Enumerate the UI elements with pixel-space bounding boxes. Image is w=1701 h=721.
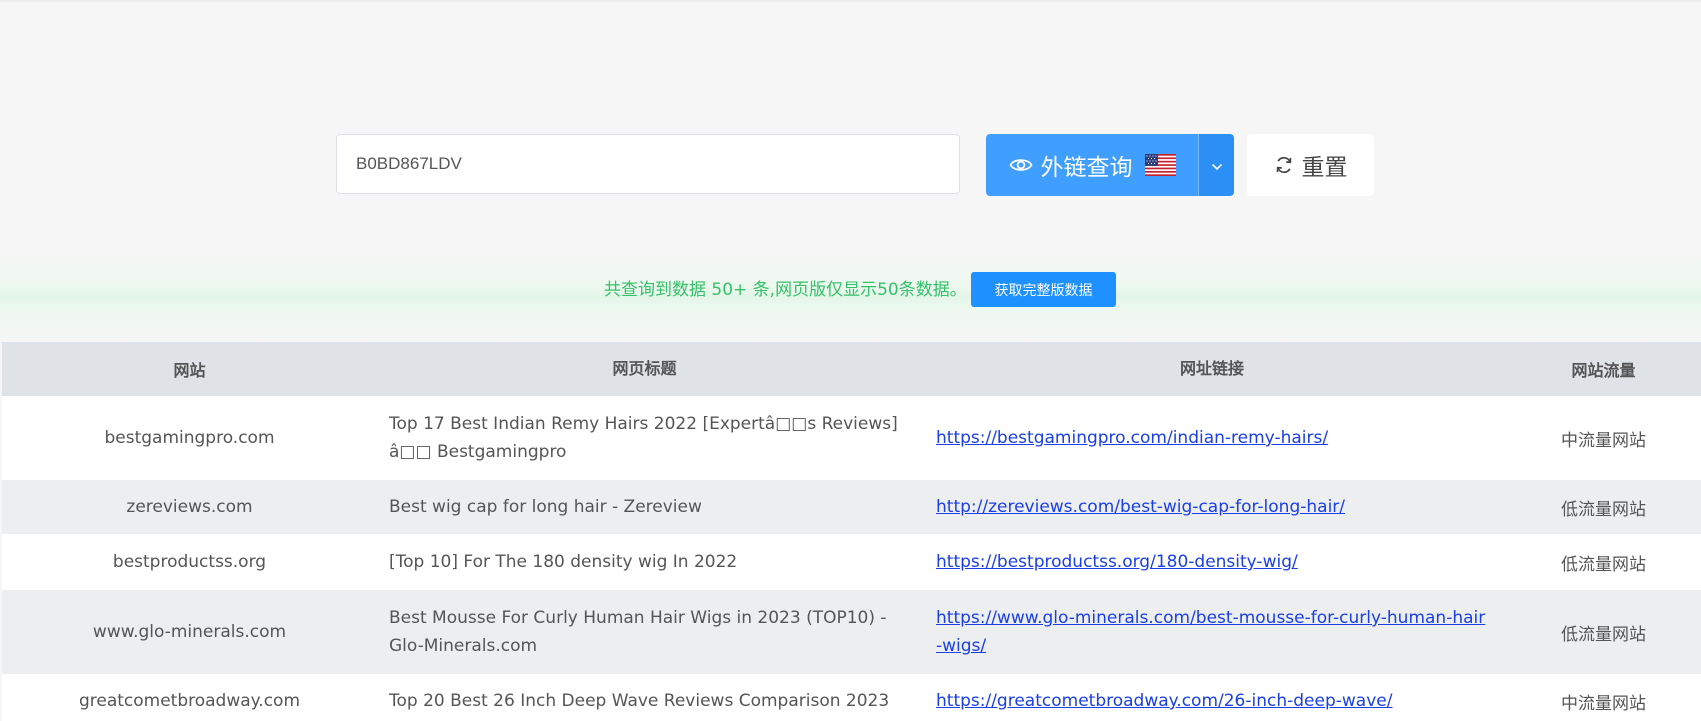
eye-icon bbox=[1008, 156, 1033, 174]
cell-site: zereviews.com bbox=[126, 497, 253, 517]
cell-url-link[interactable]: https://greatcometbroadway.com/26-inch-d… bbox=[936, 691, 1392, 711]
top-strip bbox=[0, 0, 1701, 3]
header-site: 网站 bbox=[173, 361, 206, 380]
cell-site: bestgamingpro.com bbox=[104, 428, 275, 448]
cell-site: www.glo-minerals.com bbox=[92, 622, 287, 642]
table-row: bestproductss.org [Top 10] For The 180 d… bbox=[2, 534, 1701, 590]
marketplace-dropdown-button[interactable] bbox=[1198, 134, 1234, 196]
reset-button[interactable]: 重置 bbox=[1247, 134, 1374, 196]
header-page-title: 网页标题 bbox=[612, 359, 677, 378]
cell-url-link[interactable]: https://bestproductss.org/180-density-wi… bbox=[936, 552, 1298, 572]
get-full-data-button[interactable]: 获取完整版数据 bbox=[971, 272, 1116, 307]
cell-url-link[interactable]: https://bestgamingpro.com/indian-remy-ha… bbox=[936, 428, 1328, 448]
cell-traffic: 低流量网站 bbox=[1561, 554, 1646, 575]
cell-traffic: 中流量网站 bbox=[1561, 693, 1646, 714]
result-count-notice: 共查询到数据 50+ 条,网页版仅显示50条数据。 bbox=[604, 280, 967, 300]
cell-traffic: 中流量网站 bbox=[1561, 430, 1646, 451]
table-row: greatcometbroadway.com Top 20 Best 26 In… bbox=[2, 674, 1701, 721]
table-row: www.glo-minerals.com Best Mousse For Cur… bbox=[2, 590, 1701, 674]
cell-traffic: 低流量网站 bbox=[1561, 499, 1646, 520]
cell-page-title: Best wig cap for long hair - Zereview bbox=[389, 497, 702, 517]
table-header: 网站 网页标题 网址链接 网站流量 bbox=[2, 342, 1701, 396]
backlink-query-button[interactable]: 外链查询 bbox=[986, 134, 1198, 196]
search-row: 外链查询 bbox=[0, 134, 1701, 198]
table-row: bestgamingpro.com Top 17 Best Indian Rem… bbox=[2, 396, 1701, 480]
reset-label: 重置 bbox=[1301, 155, 1348, 181]
asin-search-input[interactable] bbox=[336, 134, 960, 194]
header-traffic: 网站流量 bbox=[1571, 361, 1636, 380]
cell-url-link[interactable]: https://www.glo-minerals.com/best-mousse… bbox=[936, 608, 1485, 656]
cell-url-link[interactable]: http://zereviews.com/best-wig-cap-for-lo… bbox=[936, 497, 1345, 517]
cell-site: greatcometbroadway.com bbox=[78, 691, 301, 711]
cell-site: bestproductss.org bbox=[112, 552, 267, 572]
us-flag-icon bbox=[1144, 154, 1176, 176]
cell-page-title: Best Mousse For Curly Human Hair Wigs in… bbox=[389, 608, 887, 656]
backlink-table: 网站 网页标题 网址链接 网站流量 bestgamingpro.com Top … bbox=[2, 342, 1701, 721]
backlink-query-label: 外链查询 bbox=[1040, 155, 1133, 181]
cell-page-title: Top 20 Best 26 Inch Deep Wave Reviews Co… bbox=[389, 691, 890, 711]
table-row: zereviews.com Best wig cap for long hair… bbox=[2, 480, 1701, 534]
cell-page-title: Top 17 Best Indian Remy Hairs 2022 [Expe… bbox=[389, 414, 898, 462]
cell-traffic: 低流量网站 bbox=[1561, 624, 1646, 645]
header-url: 网址链接 bbox=[1179, 359, 1244, 378]
refresh-icon bbox=[1274, 155, 1294, 175]
chevron-down-icon bbox=[1211, 156, 1223, 175]
cell-page-title: [Top 10] For The 180 density wig In 2022 bbox=[389, 552, 738, 572]
